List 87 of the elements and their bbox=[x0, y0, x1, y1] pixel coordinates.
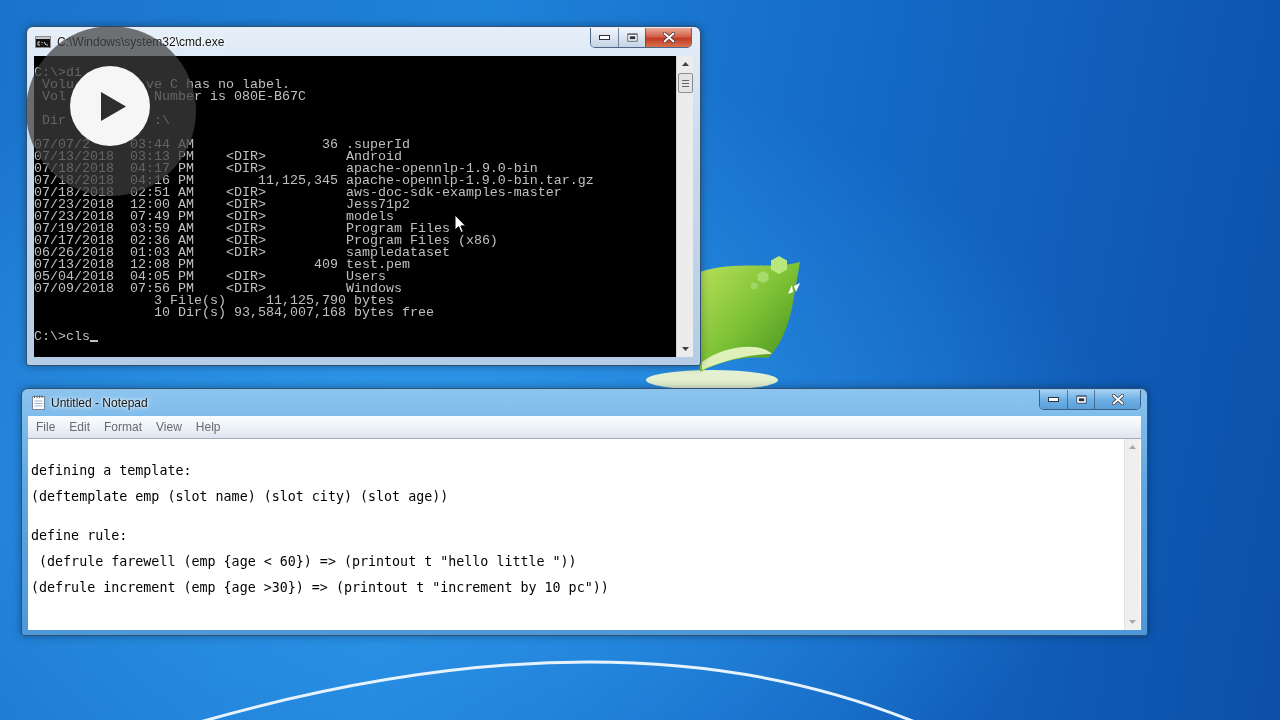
up-arrow-icon[interactable] bbox=[681, 62, 689, 66]
down-arrow-icon[interactable] bbox=[681, 347, 689, 351]
time-text: 03:59 AM bbox=[129, 221, 194, 236]
maximize-icon bbox=[626, 33, 638, 42]
dir-tag-text: <DIR> bbox=[225, 269, 266, 284]
date-text: 07/13/2018 bbox=[34, 257, 114, 272]
menu-item[interactable]: File bbox=[29, 419, 63, 435]
file-name-text: models bbox=[345, 211, 394, 223]
date-text: 07/18/2018 bbox=[34, 185, 114, 200]
file-name-text: Windows bbox=[345, 283, 402, 295]
menu-item[interactable]: Format bbox=[97, 419, 150, 435]
file-size-text: 11,125,345 bbox=[257, 173, 338, 188]
file-size-text: 409 bbox=[313, 257, 338, 272]
unit-text: bytes bbox=[353, 293, 394, 308]
date-text: 07/09/2018 bbox=[34, 281, 114, 296]
text-cursor-icon bbox=[90, 340, 98, 342]
date-text: 07/19/2018 bbox=[34, 221, 114, 236]
dir-tag-text: <DIR> bbox=[225, 281, 266, 296]
maximize-button[interactable] bbox=[1067, 390, 1094, 409]
time-text: 02:36 AM bbox=[129, 233, 194, 248]
time-text: 07:49 PM bbox=[129, 209, 194, 224]
editor-line: (deftemplate emp (slot name) (slot city) (slot age)) bbox=[31, 488, 449, 506]
date-text: 07/18/2018 bbox=[34, 161, 114, 176]
close-button[interactable] bbox=[1094, 390, 1140, 409]
date-text: 07/13/2018 bbox=[34, 149, 114, 164]
close-icon bbox=[662, 32, 675, 43]
dir-tag-text: <DIR> bbox=[225, 245, 266, 260]
close-icon bbox=[1111, 394, 1124, 405]
file-name-text: aws-doc-sdk-examples-master bbox=[345, 187, 562, 199]
minimize-icon bbox=[1048, 397, 1059, 402]
time-text: 07:56 PM bbox=[129, 281, 194, 296]
file-size-text: 36 bbox=[321, 137, 338, 152]
scrollbar-thumb[interactable] bbox=[677, 73, 693, 93]
date-text: 06/26/2018 bbox=[34, 245, 114, 260]
file-name-text: Users bbox=[345, 271, 386, 283]
dir-tag-text: <DIR> bbox=[225, 149, 266, 164]
file-name-text: apache-opennlp-1.9.0-bin.tar.gz bbox=[345, 175, 594, 187]
date-text: 05/04/2018 bbox=[34, 269, 114, 284]
minimize-button[interactable] bbox=[591, 28, 618, 47]
time-text: 12:08 PM bbox=[129, 257, 194, 272]
dir-tag-text: <DIR> bbox=[225, 197, 266, 212]
dir-tag-text: <DIR> bbox=[225, 209, 266, 224]
dir-tag-text: <DIR> bbox=[225, 233, 266, 248]
console-area[interactable] bbox=[34, 56, 676, 357]
editor-line: defining a template: bbox=[31, 462, 192, 480]
file-name-text: Jess71p2 bbox=[345, 199, 410, 211]
cursor-icon bbox=[454, 214, 467, 234]
console-icon bbox=[35, 35, 51, 48]
editor-line: define rule: bbox=[31, 527, 128, 545]
editor-line: (defrule farewell (emp {age < 60}) => (printout t "hello little ")) bbox=[38, 553, 577, 571]
date-text: 07/18/2018 bbox=[34, 173, 114, 188]
file-name-text: sampledataset bbox=[345, 247, 450, 259]
file-name-text: Android bbox=[345, 151, 402, 163]
date-text: 07/23/2018 bbox=[34, 197, 114, 212]
prompt-text: C:\>cls bbox=[34, 331, 90, 343]
maximize-button[interactable] bbox=[618, 28, 645, 47]
menu-item[interactable]: Help bbox=[188, 419, 228, 435]
dir-tag-text: <DIR> bbox=[225, 185, 266, 200]
time-text: 04:05 PM bbox=[129, 269, 194, 284]
minimize-button[interactable] bbox=[1040, 390, 1067, 409]
window-title: Untitled - Notepad bbox=[51, 395, 148, 410]
maximize-icon bbox=[1075, 395, 1087, 404]
time-text: 04:16 PM bbox=[129, 173, 194, 188]
menu-item[interactable]: View bbox=[149, 419, 189, 435]
file-name-text: Program Files (x86) bbox=[345, 235, 498, 247]
notepad-icon bbox=[32, 395, 45, 410]
date-text: 07/23/2018 bbox=[34, 209, 114, 224]
dir-tag-text: <DIR> bbox=[225, 221, 266, 236]
console-text: C:\>di bbox=[34, 65, 82, 80]
editor-line: (defrule increment (emp {age >30}) => (printout t "increment by 10 pc")) bbox=[31, 579, 609, 597]
file-name-text: test.pem bbox=[345, 259, 410, 271]
close-button[interactable] bbox=[645, 28, 691, 47]
file-name-text: apache-opennlp-1.9.0-bin bbox=[345, 163, 538, 175]
editor-area[interactable] bbox=[28, 439, 1141, 630]
time-text: 12:00 AM bbox=[129, 197, 194, 212]
date-text: 07/17/2018 bbox=[34, 233, 114, 248]
scrollbar[interactable] bbox=[676, 56, 693, 357]
console-text: Number is 080E-B67C bbox=[153, 89, 306, 104]
menu-item[interactable]: Edit bbox=[62, 419, 98, 435]
console-text: :\ bbox=[153, 113, 170, 128]
file-name-text: Program Files bbox=[345, 223, 450, 235]
count-text: 3 File(s) bbox=[153, 293, 226, 308]
dir-tag-text: <DIR> bbox=[225, 161, 266, 176]
file-name-text: .superId bbox=[345, 139, 410, 151]
minimize-icon bbox=[599, 35, 610, 40]
time-text: 01:03 AM bbox=[129, 245, 194, 260]
time-text: 02:51 AM bbox=[129, 185, 194, 200]
